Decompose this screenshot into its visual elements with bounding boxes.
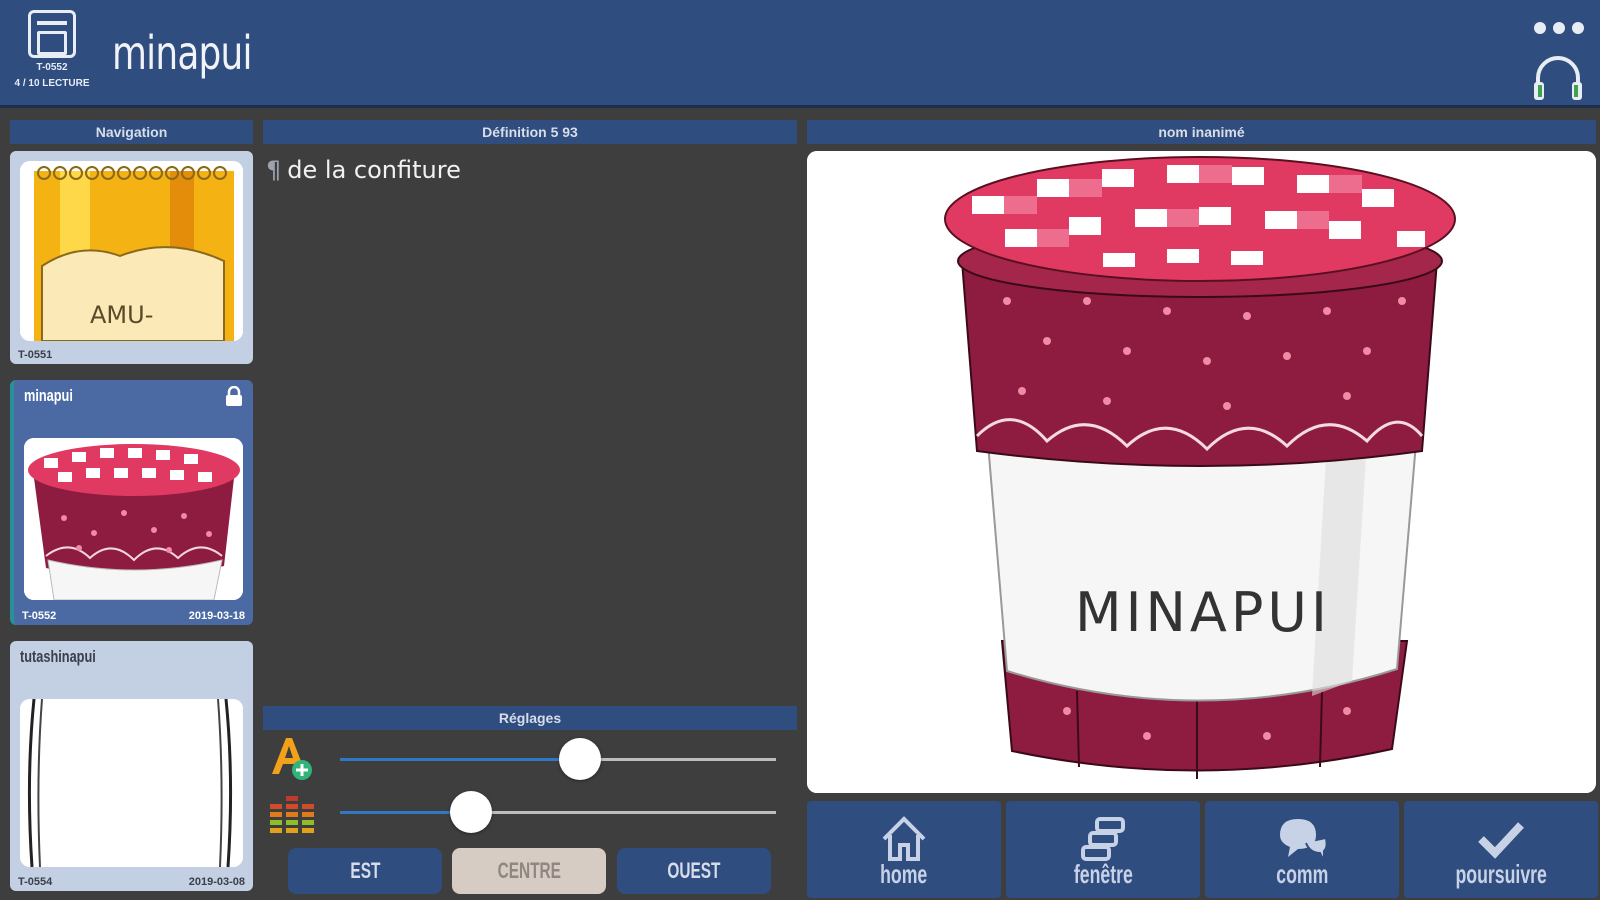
more-horizontal-icon[interactable] xyxy=(1534,22,1584,36)
font-size-slider-thumb[interactable] xyxy=(558,738,601,780)
home-button[interactable]: home xyxy=(807,801,1001,898)
nav-card-date: 2019-03-08 xyxy=(188,876,245,888)
continue-button[interactable]: poursuivre xyxy=(1404,801,1598,898)
pilcrow-icon: ¶ xyxy=(266,156,282,184)
headphones-icon[interactable] xyxy=(1532,54,1584,102)
thumbnail-label: AMU- xyxy=(90,301,153,329)
chat-bubbles-icon xyxy=(1280,819,1328,862)
nav-card-title: tutashinapui xyxy=(20,647,96,666)
nav-card-title: minapui xyxy=(24,386,73,405)
badge-code: T-0552 xyxy=(36,62,68,73)
comm-label: comm xyxy=(1275,859,1329,889)
image-header: nom inanimé xyxy=(807,120,1596,144)
font-size-icon xyxy=(272,738,312,780)
main-image-panel: MINAPUI xyxy=(807,151,1596,793)
nav-card[interactable]: tutashinapui T-0554 2019-03-08 xyxy=(10,641,253,891)
app-badge[interactable]: T-0552 4 / 10 LECTURE xyxy=(12,10,92,100)
lock-icon xyxy=(226,386,242,406)
home-icon xyxy=(882,816,926,861)
nav-card-id: T-0554 xyxy=(18,876,53,888)
definition-text: ¶ de la confiture xyxy=(266,156,461,184)
continue-label: poursuivre xyxy=(1455,859,1547,889)
nav-card-thumbnail xyxy=(20,699,243,867)
nav-card-date: 2019-03-18 xyxy=(188,610,245,622)
align-center-button[interactable]: CENTRE xyxy=(452,848,606,894)
page-title: minapui xyxy=(112,26,252,80)
font-size-slider[interactable] xyxy=(340,738,776,780)
nav-card-thumbnail: AMU- xyxy=(20,161,243,341)
align-west-button[interactable]: OUEST xyxy=(617,848,771,894)
nav-card[interactable]: AMU- T-0551 xyxy=(10,151,253,364)
nav-card-selected[interactable]: minapui T-0552 2019-03-18 xyxy=(10,380,253,625)
window-button[interactable]: fenêtre xyxy=(1006,801,1200,898)
settings-header: Réglages xyxy=(263,706,797,730)
nav-card-thumbnail xyxy=(24,438,243,600)
app-header: T-0552 4 / 10 LECTURE minapui xyxy=(0,0,1600,108)
jar-label-text: MINAPUI xyxy=(1075,581,1331,644)
navigation-header: Navigation xyxy=(10,120,253,144)
align-east-button[interactable]: EST xyxy=(288,848,442,894)
jam-jar-illustration: MINAPUI xyxy=(807,151,1596,793)
definition-header: Définition 5 93 xyxy=(263,120,797,144)
windows-stack-icon xyxy=(1081,817,1125,861)
definition-value: de la confiture xyxy=(287,156,461,184)
nav-card-id: T-0551 xyxy=(18,349,53,361)
equalizer-icon xyxy=(270,796,314,833)
checkmark-icon xyxy=(1478,822,1524,859)
font-size-slider-fill xyxy=(340,758,580,761)
nav-card-id: T-0552 xyxy=(22,610,57,622)
window-label: fenêtre xyxy=(1073,859,1133,889)
volume-slider-thumb[interactable] xyxy=(449,791,492,833)
comm-button[interactable]: comm xyxy=(1205,801,1399,898)
badge-mode: 4 / 10 LECTURE xyxy=(14,78,90,89)
reader-icon xyxy=(28,10,76,58)
home-label: home xyxy=(880,859,928,889)
volume-slider[interactable] xyxy=(340,791,776,833)
